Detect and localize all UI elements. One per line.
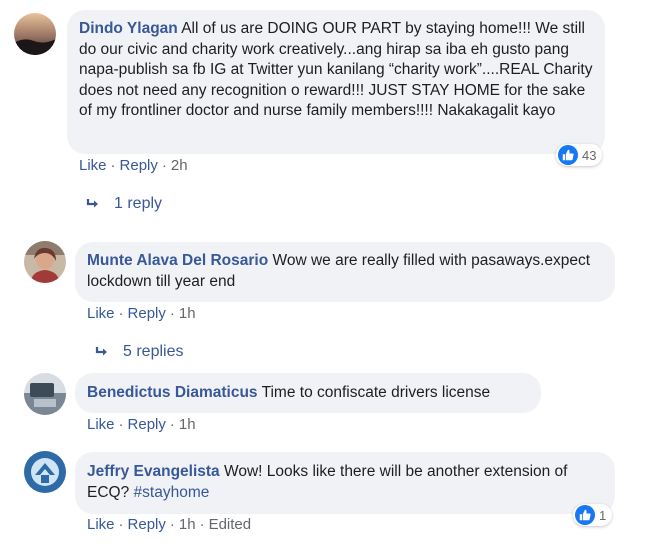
timestamp[interactable]: 1h	[179, 516, 196, 533]
reaction-count: 1	[599, 507, 607, 523]
hashtag-link[interactable]: #stayhome	[134, 484, 210, 501]
reaction-count-badge[interactable]: 1	[573, 504, 613, 526]
comment-actions: Like · Reply · 1h · Edited	[87, 516, 252, 533]
like-link[interactable]: Like	[87, 516, 115, 533]
comment-author[interactable]: Jeffry Evangelista	[87, 463, 220, 480]
comment-4: Jeffry Evangelista Wow! Looks like there…	[0, 0, 660, 546]
edited-label[interactable]: Edited	[209, 516, 252, 533]
comment-content: Jeffry Evangelista Wow! Looks like there…	[87, 462, 603, 503]
avatar[interactable]	[24, 451, 66, 493]
thumbs-up-icon	[575, 505, 595, 525]
reply-link[interactable]: Reply	[128, 516, 166, 533]
comment-bubble: Jeffry Evangelista Wow! Looks like there…	[75, 452, 615, 514]
